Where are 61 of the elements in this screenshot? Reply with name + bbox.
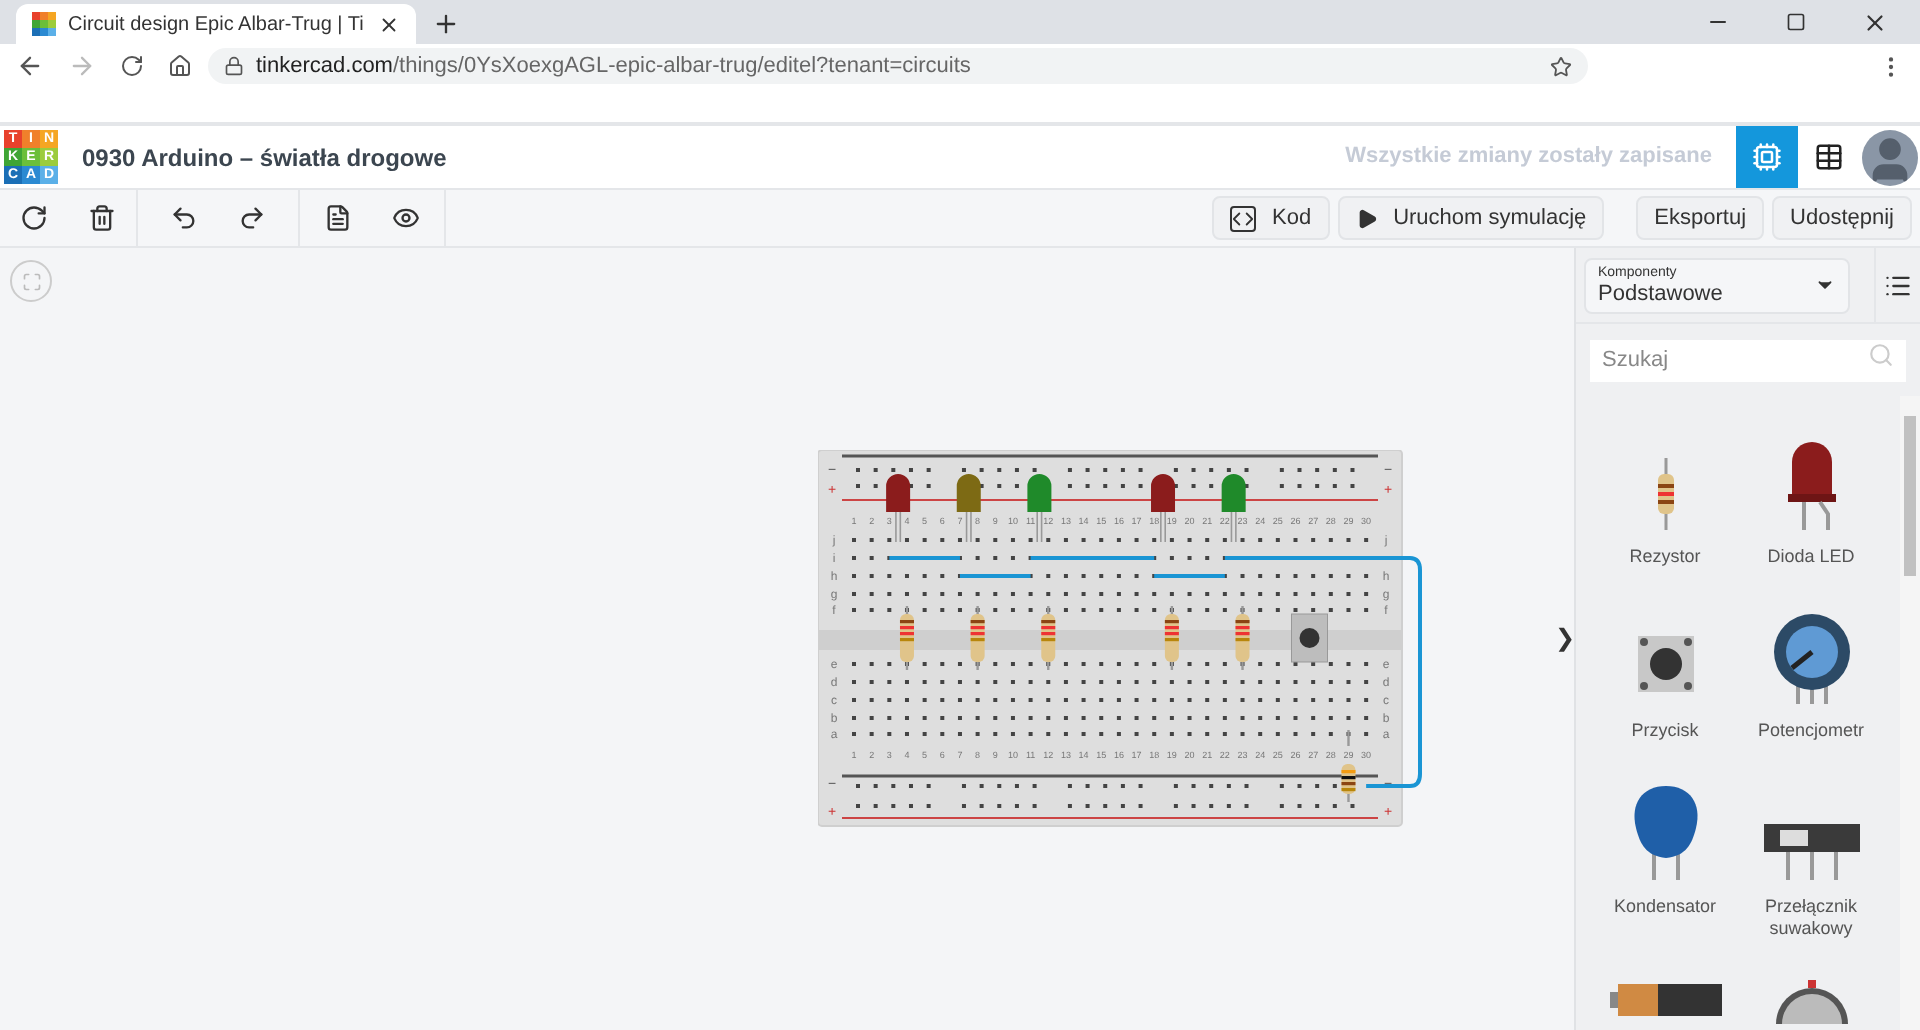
led-icon: [1785, 438, 1837, 530]
rotate-icon[interactable]: [20, 204, 48, 232]
play-icon: [1355, 207, 1378, 229]
resistor-drawing: [1235, 606, 1250, 670]
browser-tab[interactable]: Circuit design Epic Albar-Trug | Ti: [16, 4, 416, 44]
resistor-icon: [1653, 458, 1677, 530]
component-tile[interactable]: Kondensator: [1592, 783, 1738, 940]
notes-icon[interactable]: [324, 204, 352, 232]
undo-icon[interactable]: [170, 204, 198, 232]
code-icon: [1229, 205, 1256, 231]
search-icon: [1868, 342, 1894, 368]
component-tile[interactable]: Rezystor: [1592, 434, 1738, 569]
search-field[interactable]: Szukaj: [1590, 339, 1906, 381]
address-bar[interactable]: tinkercad.com/things/0YsXoexgAGL-epic-albar-trug/editel?tenant=circuits: [208, 48, 1588, 84]
toolbar-button[interactable]: Eksportuj: [1636, 196, 1765, 240]
resistor-drawing: [970, 606, 985, 670]
capacitor-icon: [1629, 783, 1701, 879]
battery-icon: [1609, 980, 1721, 1016]
home-icon[interactable]: [168, 54, 192, 78]
close-icon[interactable]: [1862, 10, 1888, 36]
user-avatar[interactable]: [1862, 129, 1918, 185]
new-tab-icon[interactable]: [432, 10, 460, 38]
trash-icon[interactable]: [88, 204, 116, 232]
expand-icon: [21, 271, 41, 291]
led-drawing[interactable]: [1221, 474, 1246, 543]
back-icon[interactable]: [16, 52, 44, 80]
slide-switch-icon: [1763, 819, 1859, 879]
resistor-drawing: [1041, 606, 1056, 670]
chip-icon: [1752, 142, 1782, 172]
redo-icon[interactable]: [238, 204, 266, 232]
potentiometer-icon: [1769, 612, 1853, 705]
component-tile[interactable]: Przełącznik suwakowy: [1738, 783, 1884, 940]
led-drawing[interactable]: [956, 474, 981, 543]
eye-icon[interactable]: [392, 204, 420, 232]
url-text: tinkercad.com/things/0YsXoexgAGL-epic-albar-trug/editel?tenant=circuits: [256, 51, 973, 82]
list-icon[interactable]: [1884, 271, 1912, 299]
component-tile[interactable]: Przycisk: [1592, 608, 1738, 743]
toolbar-button[interactable]: Uruchom symulację: [1337, 196, 1605, 240]
close-icon[interactable]: [378, 13, 400, 35]
tinkercad-favicon-icon: [32, 12, 56, 36]
resistor-drawing: [1341, 730, 1356, 802]
wire[interactable]: [1224, 556, 1422, 788]
led-drawing[interactable]: [1151, 474, 1175, 543]
project-title[interactable]: 0930 Arduino – światła drogowe: [82, 139, 447, 175]
component-tile[interactable]: Potencjometr: [1738, 608, 1884, 743]
save-status: Wszystkie zmiany zostały zapisane: [1345, 142, 1712, 173]
toolbar-button[interactable]: Udostępnij: [1772, 196, 1912, 240]
led-drawing[interactable]: [886, 474, 911, 543]
toolbar-button[interactable]: Kod: [1211, 196, 1330, 240]
led-drawing[interactable]: [1027, 474, 1052, 543]
scrollbar[interactable]: [1900, 396, 1920, 1030]
coin-cell-icon: [1771, 980, 1851, 1024]
resistor-drawing: [1164, 606, 1179, 670]
maximize-icon[interactable]: [1786, 12, 1806, 32]
tab-title: Circuit design Epic Albar-Trug | Ti: [68, 11, 366, 39]
pushbutton-drawing[interactable]: [1291, 613, 1328, 663]
component-tile[interactable]: Dioda LED: [1738, 434, 1884, 569]
reload-icon[interactable]: [120, 54, 144, 78]
bookmark-star-icon[interactable]: [1550, 55, 1572, 77]
lock-icon: [224, 56, 244, 76]
table-icon: [1814, 142, 1844, 172]
